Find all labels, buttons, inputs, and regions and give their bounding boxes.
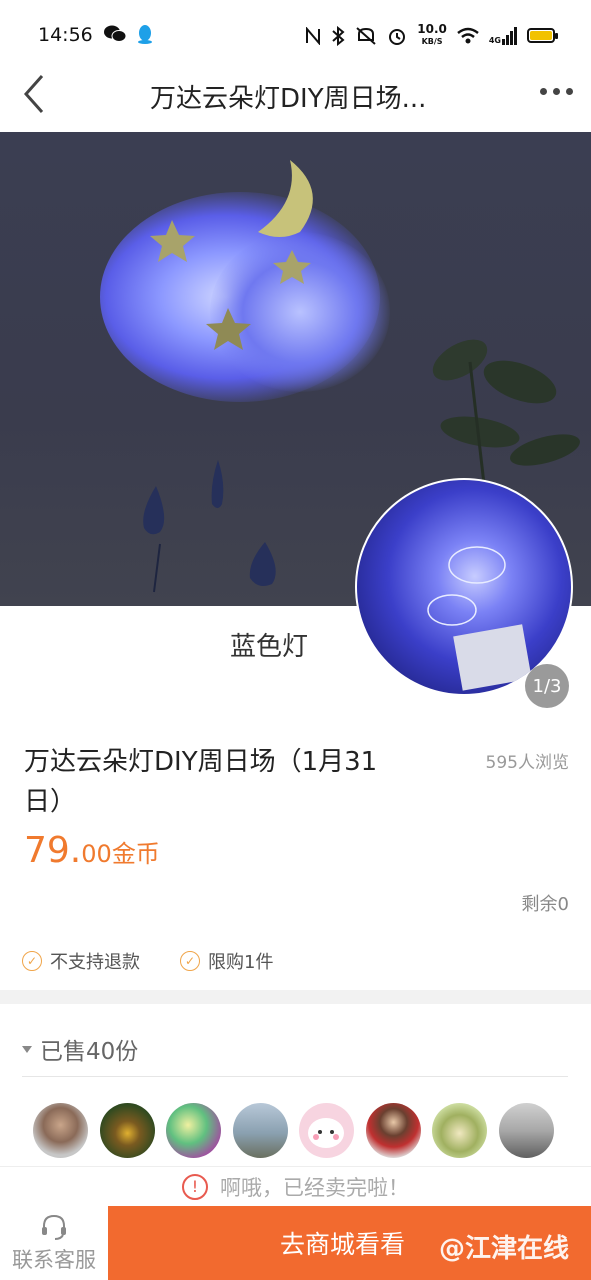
more-dots-icon [540,88,547,95]
more-button[interactable] [540,88,573,95]
alarm-icon [389,28,406,45]
buyer-avatars [33,1103,554,1158]
check-icon: ✓ [22,951,42,971]
image-caption: 蓝色灯 [230,632,309,662]
bluetooth-icon [332,25,345,46]
watermark: @江津在线 [438,1234,569,1264]
product-gallery[interactable]: 蓝色灯 1/3 [0,132,591,710]
policy-tags: ✓ 不支持退款 ✓ 限购1件 [22,948,273,974]
back-button[interactable] [14,72,54,116]
headset-icon [42,1214,66,1240]
sold-header[interactable]: 已售40份 [22,1032,138,1066]
avatar[interactable] [432,1103,487,1158]
status-bar: 14:56 10.0 KB/S 4G [0,0,591,72]
tag-purchase-limit: ✓ 限购1件 [180,948,273,974]
nfc-icon [306,26,321,45]
tag-no-refund: ✓ 不支持退款 [22,948,140,974]
qq-icon [138,25,152,44]
avatar[interactable] [166,1103,221,1158]
section-divider [0,990,591,1004]
customer-service-label: 联系客服 [12,1248,96,1272]
status-time: 14:56 [38,24,93,46]
wifi-icon [457,27,479,43]
stock-remaining: 剩余0 [521,894,569,915]
caret-down-icon [22,1045,32,1053]
mute-icon [356,26,376,45]
chevron-left-icon [23,75,44,113]
page-title: 万达云朵灯DIY周日场... [150,84,427,114]
wechat-icon [104,25,126,42]
soldout-notice: ! 啊哦，已经卖完啦！ [0,1166,591,1206]
battery-icon [527,28,558,43]
avatar[interactable] [99,1103,155,1158]
network-speed: 10.0 KB/S [417,22,447,46]
avatar[interactable] [33,1103,88,1158]
product-info: 万达云朵灯DIY周日场（1月31日） 595人浏览 79.00金币 剩余0 ✓ … [0,710,591,990]
check-icon: ✓ [180,951,200,971]
soldout-text: 啊哦，已经卖完啦！ [220,1175,409,1200]
view-count: 595人浏览 [485,753,569,773]
avatar[interactable] [232,1103,288,1158]
divider [22,1076,568,1077]
inset-photo [355,478,573,696]
alert-icon: ! [182,1173,208,1200]
customer-service-button[interactable]: 联系客服 [0,1206,108,1280]
sold-section: 已售40份 [0,1004,591,1164]
nav-bar: 万达云朵灯DIY周日场... [0,72,591,132]
bottom-bar: 联系客服 去商城看看 @江津在线 [0,1206,591,1280]
product-title: 万达云朵灯DIY周日场（1月31日） [24,747,378,817]
cell-signal: 4G [489,26,517,45]
page-indicator: 1/3 [525,664,569,708]
avatar[interactable] [498,1103,554,1158]
go-to-mall-button[interactable]: 去商城看看 @江津在线 [108,1206,591,1280]
price: 79.00金币 [24,830,160,871]
avatar[interactable] [365,1103,421,1158]
avatar[interactable] [299,1103,354,1158]
